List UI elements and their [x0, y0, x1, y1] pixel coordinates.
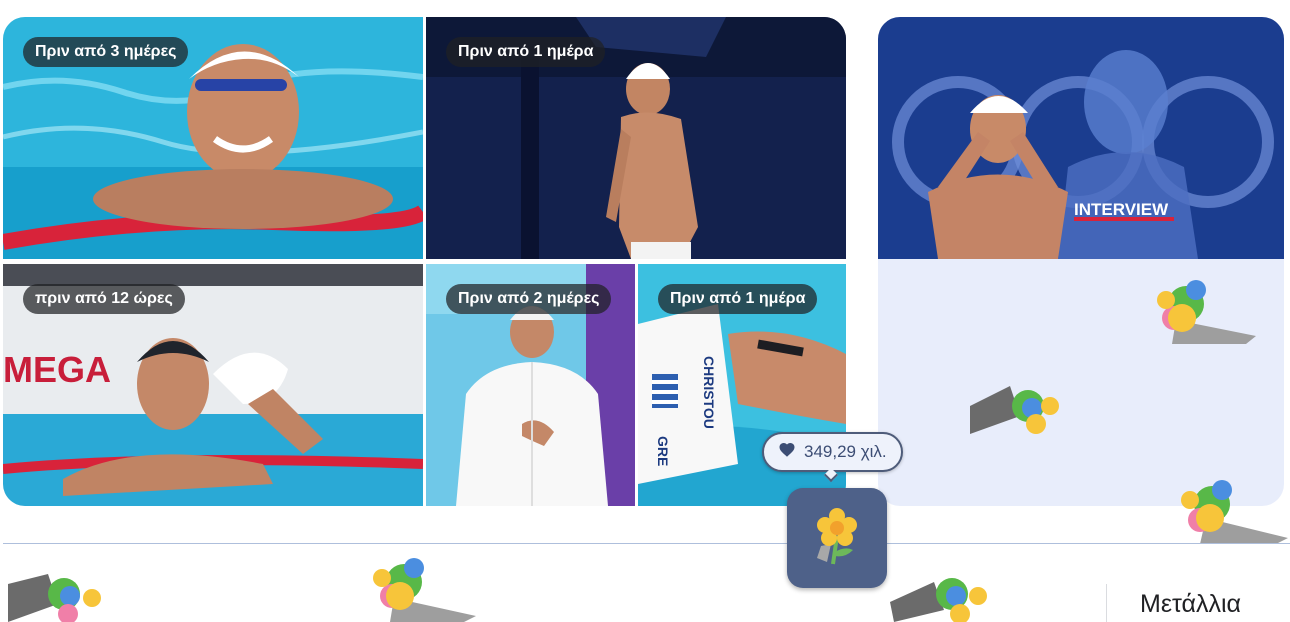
- medals-tab[interactable]: Μετάλλια: [1106, 584, 1241, 622]
- cap-name-text: CHRISTOU: [701, 356, 717, 429]
- time-badge: Πριν από 2 ημέρες: [446, 284, 612, 314]
- bouquet-sticker: [1160, 468, 1288, 544]
- bouquet-sticker: [354, 550, 476, 622]
- time-badge: Πριν από 3 ημέρες: [23, 37, 189, 67]
- time-badge: Πριν από 1 ημέρα: [446, 37, 606, 67]
- time-badge: Πριν από 1 ημέρα: [658, 284, 818, 314]
- section-divider: [3, 543, 1290, 544]
- image-results-page: Πριν από 3 ημέρες Πριν από 1 ημέρα MEGA …: [0, 0, 1290, 622]
- bouquet-sticker: [1136, 270, 1258, 344]
- interview-image: INTERVIEW: [878, 17, 1284, 259]
- send-flower-button[interactable]: [787, 488, 887, 588]
- image-gallery: Πριν από 3 ημέρες Πριν από 1 ημέρα MEGA …: [3, 17, 846, 506]
- likes-counter[interactable]: 349,29 χιλ.: [762, 432, 903, 472]
- image-tile-white-jacket[interactable]: Πριν από 2 ημέρες: [426, 264, 635, 506]
- image-tile-swimmer-smiling[interactable]: Πριν από 3 ημέρες: [3, 17, 423, 259]
- likes-count: 349,29 χιλ.: [804, 442, 887, 461]
- cap-country-text: GRE: [655, 436, 671, 466]
- bouquet-sticker: [970, 376, 1070, 434]
- interview-overlay-text: INTERVIEW: [1074, 200, 1169, 219]
- heart-icon: [778, 441, 796, 464]
- image-tile-swimmer-at-wall[interactable]: MEGA πριν από 12 ώρες: [3, 264, 423, 506]
- interview-card[interactable]: INTERVIEW: [878, 17, 1284, 506]
- omega-sign-text: MEGA: [3, 349, 111, 390]
- bouquet-sticker: [8, 564, 108, 622]
- time-badge: πριν από 12 ώρες: [23, 284, 185, 314]
- bouquet-sticker: [890, 566, 998, 622]
- image-tile-starting-block[interactable]: Πριν από 1 ημέρα: [426, 17, 846, 259]
- flower-icon: [811, 506, 863, 571]
